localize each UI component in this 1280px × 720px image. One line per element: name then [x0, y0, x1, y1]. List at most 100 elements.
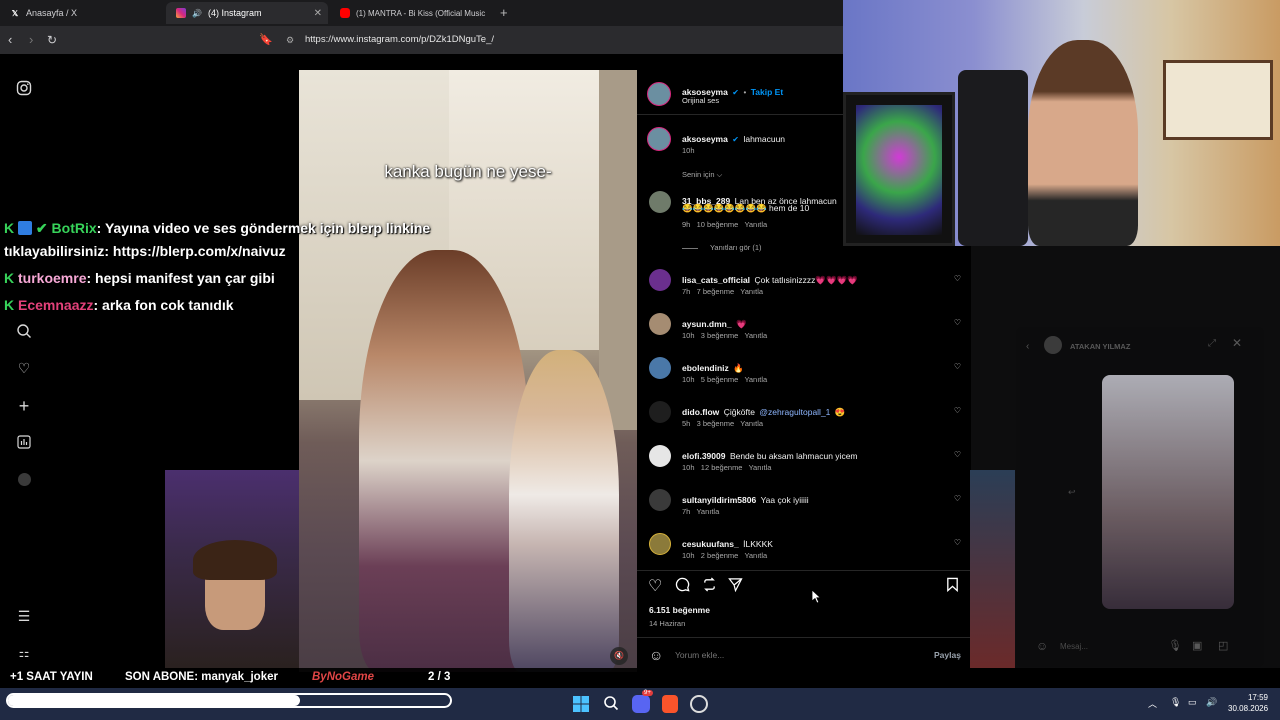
like-comment-icon[interactable]: ♡	[954, 406, 961, 415]
new-tab-button[interactable]: +	[500, 5, 508, 20]
brave-browser-icon[interactable]	[662, 695, 678, 713]
emoji-icon[interactable]: ☺	[649, 647, 663, 663]
repost-icon[interactable]	[702, 577, 717, 597]
reel-video[interactable]: kanka bugün ne yese- 🔇	[299, 70, 637, 672]
site-info-icon[interactable]: ⚙	[286, 35, 294, 46]
comment-likes[interactable]: 10 beğenme	[697, 220, 739, 229]
comment-avatar[interactable]	[649, 489, 671, 511]
author-avatar[interactable]	[647, 127, 671, 151]
comment-username[interactable]: cesukuufans_	[682, 539, 739, 549]
comment-avatar[interactable]	[649, 445, 671, 467]
comment-likes[interactable]: 3 beğenme	[701, 331, 739, 340]
reply-button[interactable]: Yanıtla	[749, 463, 772, 472]
comment-avatar[interactable]	[649, 191, 671, 213]
sort-dropdown[interactable]: Senin için ⌵	[682, 170, 722, 180]
reply-button[interactable]: Yanıtla	[744, 331, 767, 340]
volume-icon[interactable]: 🔊	[1206, 697, 1217, 708]
heart-icon[interactable]: ♡	[16, 360, 32, 376]
mute-icon[interactable]: 🔇	[610, 647, 628, 665]
back-icon[interactable]: ‹	[8, 32, 12, 47]
reload-icon[interactable]: ↻	[47, 33, 57, 47]
instagram-logo-icon[interactable]	[16, 80, 32, 96]
reply-button[interactable]: Yanıtla	[744, 375, 767, 384]
comment-username[interactable]: ebolendiniz	[682, 363, 729, 373]
dashboard-icon[interactable]	[16, 435, 32, 451]
profile-avatar-icon[interactable]	[16, 473, 32, 489]
caption-username[interactable]: aksoseyma	[682, 134, 728, 144]
comment-likes[interactable]: 5 beğenme	[701, 375, 739, 384]
emoji-icon[interactable]: ☺	[1036, 639, 1048, 653]
comment-input[interactable]	[675, 648, 875, 662]
close-icon[interactable]: ✕	[1232, 336, 1242, 350]
share-icon[interactable]	[728, 577, 743, 597]
chevron-up-icon[interactable]: ︿	[1148, 697, 1157, 710]
tab-instagram[interactable]: 🔊 (4) Instagram ✕	[166, 2, 328, 24]
dm-contact-name[interactable]: ATAKAN YILMAZ	[1070, 342, 1130, 351]
app-icon[interactable]	[690, 695, 708, 713]
caption-text: lahmacuun	[743, 134, 786, 144]
follow-button[interactable]: Takip Et	[751, 87, 783, 97]
like-comment-icon[interactable]: ♡	[954, 494, 961, 503]
comment-avatar[interactable]	[649, 533, 671, 555]
likes-count[interactable]: 6.151 beğenme	[649, 605, 710, 615]
mention-link[interactable]: @zehragultopall_1	[759, 407, 830, 417]
menu-icon[interactable]: ☰	[16, 608, 32, 624]
comment-likes[interactable]: 3 beğenme	[697, 419, 735, 428]
post-comment-button[interactable]: Paylaş	[934, 650, 961, 660]
clock[interactable]: 17:59 30.08.2026	[1228, 693, 1268, 713]
comment-avatar[interactable]	[649, 269, 671, 291]
comment-username[interactable]: aysun.dmn_	[682, 319, 732, 329]
comment-username[interactable]: elofi.39009	[682, 451, 725, 461]
comment-avatar[interactable]	[649, 357, 671, 379]
tab-label: Anasayfa / X	[26, 8, 78, 18]
apps-icon[interactable]: ⚏	[16, 645, 32, 661]
reply-button[interactable]: Yanıtla	[744, 551, 767, 560]
comment-avatar[interactable]	[649, 401, 671, 423]
close-tab-icon[interactable]: ✕	[314, 8, 322, 19]
search-icon[interactable]	[16, 323, 32, 339]
reply-button[interactable]: Yanıtla	[740, 419, 763, 428]
reply-button[interactable]: Yanıtla	[696, 507, 719, 516]
expand-icon[interactable]: ⤢	[1208, 338, 1216, 349]
back-icon[interactable]: ‹	[1026, 341, 1029, 352]
url-field[interactable]: https://www.instagram.com/p/DZk1DNguTe_/	[305, 34, 494, 45]
comment-likes[interactable]: 12 beğenme	[701, 463, 743, 472]
comment-username[interactable]: lisa_cats_official	[682, 275, 750, 285]
display-icon[interactable]: ▭	[1188, 697, 1197, 708]
microphone-icon[interactable]: 🎙	[1170, 697, 1181, 708]
sticker-icon[interactable]: ◰	[1218, 639, 1228, 652]
audio-label[interactable]: Orijinal ses	[682, 96, 719, 105]
bookmark-icon[interactable]: 🔖	[259, 33, 273, 46]
dm-message-input[interactable]: Mesaj...	[1060, 642, 1088, 651]
forward-icon[interactable]: ›	[29, 32, 33, 47]
like-icon[interactable]: ♡	[648, 576, 662, 596]
create-icon[interactable]: +	[16, 397, 32, 415]
image-icon[interactable]: ▣	[1192, 639, 1202, 652]
save-icon[interactable]	[946, 577, 959, 597]
chat-username: Ecemnaazz	[18, 297, 94, 313]
comment-username[interactable]: dido.flow	[682, 407, 719, 417]
reply-button[interactable]: Yanıtla	[744, 220, 767, 229]
like-comment-icon[interactable]: ♡	[954, 274, 961, 283]
comment-avatar[interactable]	[649, 313, 671, 335]
reply-icon[interactable]: ↩	[1068, 487, 1076, 498]
microphone-icon[interactable]: 🎙	[1168, 639, 1182, 652]
discord-icon[interactable]: 9+	[632, 690, 653, 713]
tab-x[interactable]: 𝕏 Anasayfa / X	[0, 2, 165, 24]
dm-avatar[interactable]	[1044, 336, 1062, 354]
tab-youtube[interactable]: (1) MANTRA - Bi Kiss (Official Music	[330, 2, 495, 24]
comment-username[interactable]: sultanyildirim5806	[682, 495, 756, 505]
comment-likes[interactable]: 7 beğenme	[697, 287, 735, 296]
search-icon[interactable]	[603, 695, 619, 716]
like-comment-icon[interactable]: ♡	[954, 450, 961, 459]
comment-icon[interactable]	[675, 577, 690, 597]
like-comment-icon[interactable]: ♡	[954, 538, 961, 547]
shared-reel-preview[interactable]	[1102, 375, 1234, 609]
reply-button[interactable]: Yanıtla	[740, 287, 763, 296]
view-replies-button[interactable]: Yanıtları gör (1)	[682, 243, 762, 252]
windows-start-icon[interactable]	[573, 696, 589, 717]
like-comment-icon[interactable]: ♡	[954, 362, 961, 371]
like-comment-icon[interactable]: ♡	[954, 318, 961, 327]
comment-likes[interactable]: 2 beğenme	[701, 551, 739, 560]
author-avatar[interactable]	[647, 82, 671, 106]
